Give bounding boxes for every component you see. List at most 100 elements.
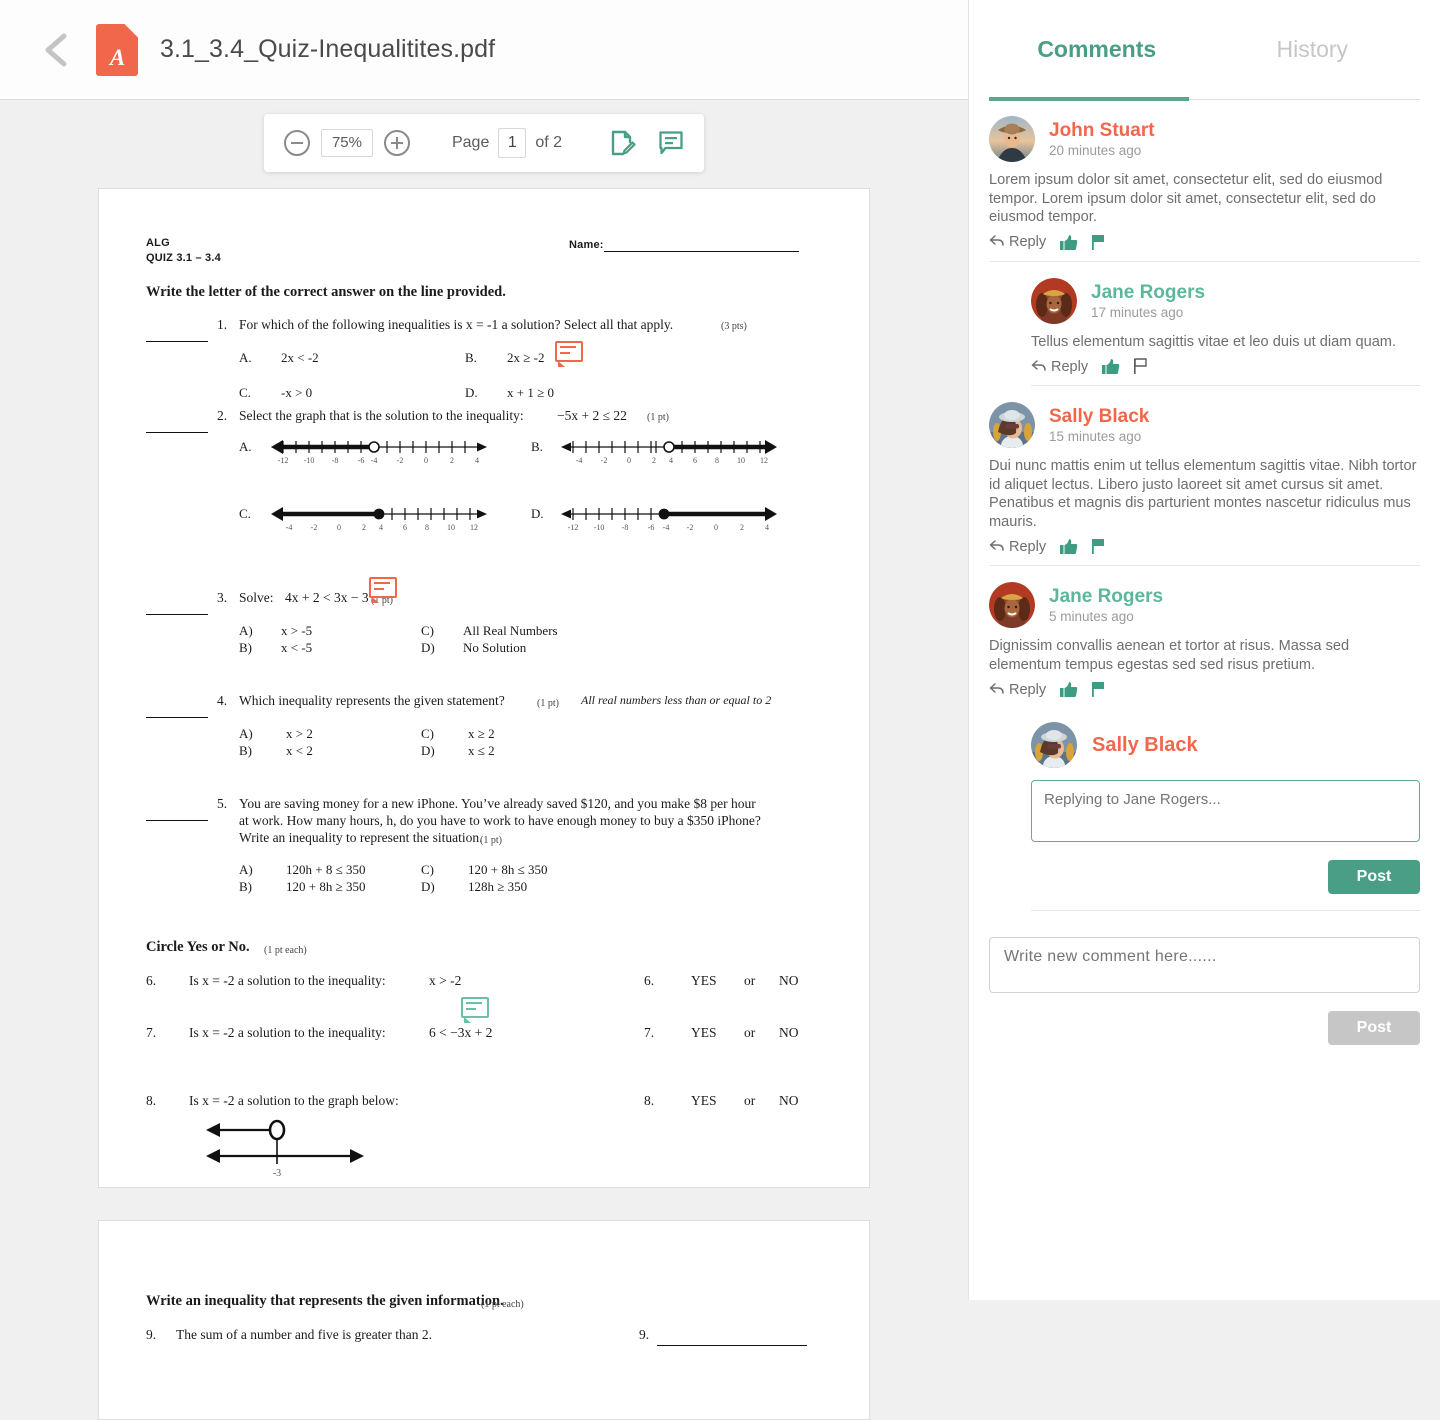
tab-history[interactable]: History [1205,0,1421,82]
avatar [1031,277,1077,324]
q6-answer-number: 6. [644,973,655,988]
svg-text:2: 2 [450,456,454,465]
q7-no[interactable]: NO [779,1025,799,1041]
q8-answer-number: 8. [644,1093,655,1108]
q4-statement: All real numbers less than or equal to 2 [581,693,772,707]
comment-pin-q7[interactable] [461,997,489,1023]
flag-icon[interactable] [1091,234,1106,251]
reply-post-button[interactable]: Post [1328,860,1420,895]
q2-graph-a-letter: A. [239,439,252,454]
number-line-q8: -3 [194,1114,384,1182]
q8-no[interactable]: NO [779,1093,799,1109]
thumbs-up-icon[interactable] [1059,538,1078,555]
q7-text: Is x = -2 a solution to the inequality: [189,1025,386,1040]
comment-actions: Reply [989,538,1420,555]
q9-text: The sum of a number and five is greater … [176,1327,433,1342]
instruction-1: Write the letter of the correct answer o… [146,284,506,300]
reply-button[interactable]: Reply [989,539,1046,555]
reply-label: Reply [1009,234,1047,251]
tab-active-indicator [989,97,1189,101]
zoom-group: 75% [283,129,410,157]
q6-no[interactable]: NO [779,973,799,989]
new-comment-textarea[interactable] [989,937,1420,994]
reply-textarea[interactable] [1031,780,1420,843]
answer-blank-q9 [657,1340,807,1346]
pdf-viewer-pane: A 3.1_3.4_Quiz-Inequalitites.pdf 75% Pag… [0,0,968,1420]
new-comment-post-button[interactable]: Post [1328,1011,1420,1046]
page-label: Page [451,134,490,151]
instruction-3-points: (1 pt each) [481,1299,524,1310]
flag-icon[interactable] [1091,681,1106,698]
q3-choice-d-text: No Solution [463,640,527,655]
q3-choice-b-text: x < -5 [281,640,313,655]
reply-composer-header: Sally Black [1031,722,1420,769]
pdf-toolbar: 75% Page 1 of 2 [263,114,705,172]
document-title: 3.1_3.4_Quiz-Inequalitites.pdf [160,35,496,63]
pdf-pages: ALG QUIZ 3.1 – 3.4 Name: Write the lette… [0,188,968,1420]
zoom-level-value[interactable]: 75% [320,129,373,157]
q9-number: 9. [146,1327,157,1342]
q5-choice-b-letter: B) [239,879,252,894]
thumbs-up-icon[interactable] [1059,681,1078,698]
q1-choice-d-letter: D. [465,385,478,400]
q2-expression: −5x + 2 ≤ 22 [557,408,627,423]
q8-yes[interactable]: YES [691,1093,717,1109]
number-line-d: -12 -10 -8 -6 -4 -2 0 2 4 [559,502,779,534]
svg-text:2: 2 [740,523,744,532]
doc-quiz: QUIZ 3.1 – 3.4 [146,252,221,264]
svg-text:8: 8 [425,523,429,532]
pdf-page-1[interactable]: ALG QUIZ 3.1 – 3.4 Name: Write the lette… [98,188,870,1188]
comment-header: Jane Rogers 5 minutes ago [989,582,1420,629]
comment-author-block: Sally Black 15 minutes ago [1049,406,1149,444]
svg-text:0: 0 [337,523,341,532]
comment-icon[interactable] [658,130,684,156]
q4-choice-b-text: x < 2 [286,743,313,758]
svg-text:-4: -4 [576,456,583,465]
reply-button[interactable]: Reply [1031,359,1088,375]
flag-icon[interactable] [1133,358,1148,375]
svg-text:4: 4 [765,523,769,532]
comment-header: John Stuart 20 minutes ago [989,116,1420,162]
q5-choice-c-letter: C) [421,862,434,877]
tab-comments[interactable]: Comments [989,0,1205,82]
page-number-input[interactable]: 1 [498,128,527,158]
q6-or: or [744,973,756,988]
q8-or: or [744,1093,756,1108]
answer-blank-q4 [146,705,208,718]
comment-time: 5 minutes ago [1049,609,1134,625]
reply-button[interactable]: Reply [989,234,1046,250]
name-rule [604,251,799,252]
q7-or: or [744,1025,756,1040]
svg-text:-4: -4 [371,456,378,465]
comment-pin-q1b[interactable] [555,341,583,367]
flag-icon[interactable] [1091,538,1106,555]
q6-yes[interactable]: YES [691,973,717,989]
q1-choice-a-text: 2x < -2 [281,350,319,365]
thumbs-up-icon[interactable] [1101,358,1120,375]
comments-pane: Comments History John Stuart 20 minutes … [968,0,1440,1300]
q7-yes[interactable]: YES [691,1025,717,1041]
svg-text:10: 10 [447,523,455,532]
q7-number: 7. [146,1025,157,1040]
comment-time: 17 minutes ago [1091,304,1184,320]
back-icon[interactable] [40,30,74,70]
svg-text:6: 6 [403,523,407,532]
q4-choice-b-letter: B) [239,743,252,758]
q3-choice-b-letter: B) [239,640,252,655]
q1-choice-a-letter: A. [239,350,252,365]
number-line-a: -12 -10 -8 -6 -4 -2 0 2 4 [269,435,489,467]
doc-course: ALG [146,237,170,249]
avatar [1031,722,1077,769]
comment-header: Jane Rogers 17 minutes ago [1031,277,1420,324]
zoom-out-icon[interactable] [283,130,310,156]
q8-number: 8. [146,1093,157,1108]
reply-button[interactable]: Reply [989,682,1046,698]
zoom-in-icon[interactable] [383,130,410,156]
pdf-page-2[interactable]: Write an inequality that represents the … [98,1220,870,1420]
q5-points: (1 pt) [480,835,502,846]
document-edit-icon[interactable] [610,129,636,157]
svg-text:-10: -10 [594,523,605,532]
comment-time: 15 minutes ago [1049,429,1142,445]
comment-pin-q3[interactable] [369,577,397,603]
thumbs-up-icon[interactable] [1059,234,1078,251]
